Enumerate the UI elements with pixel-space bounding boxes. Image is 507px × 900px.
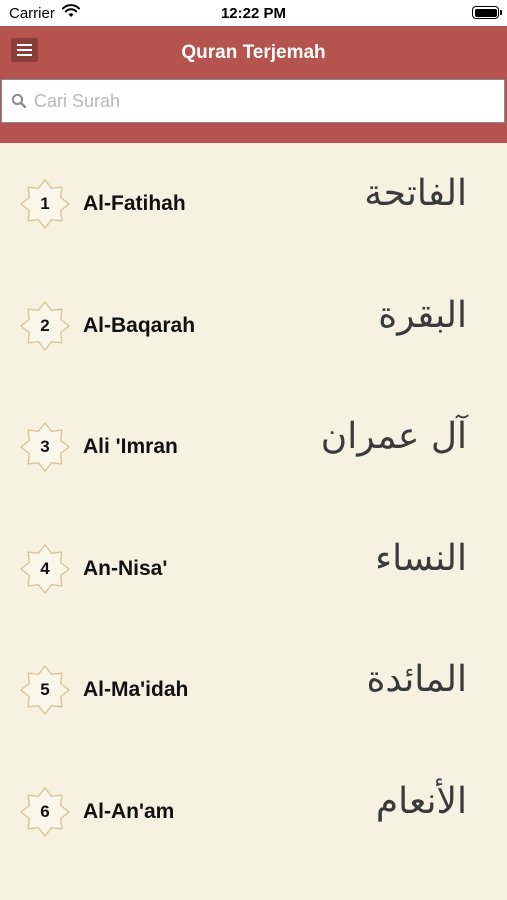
surah-name: Al-An'am [83,799,175,823]
search-icon [11,93,27,114]
surah-list-item[interactable]: 4 An-Nisa' النساء [0,508,507,630]
surah-number-badge: 1 [20,179,70,229]
surah-list-item[interactable]: 2 Al-Baqarah البقرة [0,265,507,387]
surah-list: 1 Al-Fatihah الفاتحة 2 Al-Baqarah البقرة… [0,143,507,872]
surah-number: 2 [40,315,50,335]
surah-number-badge: 5 [20,665,70,715]
surah-name: Al-Fatihah [83,192,186,215]
search-bar [0,77,507,143]
surah-list-item[interactable]: 5 Al-Ma'idah المائدة [0,629,507,751]
clock: 12:22 PM [220,5,287,22]
surah-number-badge: 3 [20,422,70,472]
search-box[interactable] [1,79,505,123]
surah-number-badge: 6 [20,786,70,837]
surah-list-item[interactable]: 6 Al-An'am الأنعام [0,751,507,873]
surah-number-badge: 4 [20,543,70,594]
surah-arabic-name: النساء [375,537,467,579]
surah-name: Al-Ma'idah [83,678,189,701]
surah-list-item[interactable]: 1 Al-Fatihah الفاتحة [0,143,507,265]
surah-number: 4 [40,558,50,578]
surah-number-badge: 2 [20,300,70,351]
surah-number: 1 [40,194,50,213]
search-input[interactable] [34,80,494,122]
battery-icon [472,6,502,19]
surah-arabic-name: الأنعام [375,780,467,822]
surah-number: 5 [40,680,50,699]
surah-arabic-name: البقرة [378,294,467,336]
surah-name: Al-Baqarah [83,313,196,337]
surah-arabic-name: المائدة [366,659,467,700]
surah-name: An-Nisa' [83,556,168,580]
nav-bar: Quran Terjemah [0,26,507,77]
surah-arabic-name: الفاتحة [364,173,467,214]
status-bar: Carrier 12:22 PM [0,0,507,26]
surah-number: 3 [40,437,50,456]
surah-name: Ali 'Imran [83,435,178,458]
page-title: Quran Terjemah [181,42,326,63]
surah-arabic-name: آل عمران [320,416,467,457]
surah-number: 6 [40,801,50,821]
surah-list-item[interactable]: 3 Ali 'Imran آل عمران [0,386,507,508]
